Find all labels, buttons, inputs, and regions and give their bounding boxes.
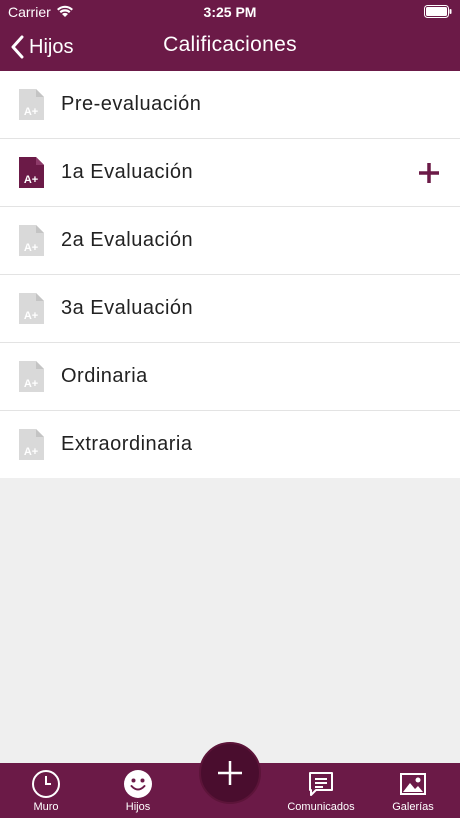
grade-document-icon: A+ [19, 361, 44, 392]
svg-text:A+: A+ [24, 242, 38, 254]
list-item-label: Extraordinaria [61, 433, 193, 455]
svg-text:A+: A+ [24, 310, 38, 322]
list-item-label: 2a Evaluación [61, 229, 194, 251]
evaluation-list: A+ Pre-evaluación A+ 1a Evaluación A+ 2a… [0, 71, 460, 478]
image-icon [400, 773, 426, 795]
grade-document-icon: A+ [19, 429, 44, 460]
tab-label: Muro [33, 801, 59, 813]
list-item[interactable]: A+ 1a Evaluación [0, 139, 460, 207]
list-item[interactable]: A+ 2a Evaluación [0, 207, 460, 275]
svg-text:A+: A+ [24, 174, 38, 186]
grade-document-icon: A+ [19, 157, 44, 188]
page-title: Calificaciones [163, 33, 297, 56]
list-item[interactable]: A+ Extraordinaria [0, 411, 460, 478]
list-item[interactable]: A+ 3a Evaluación [0, 275, 460, 343]
list-item-label: Ordinaria [61, 365, 148, 387]
list-item[interactable]: A+ Ordinaria [0, 343, 460, 411]
svg-text:A+: A+ [24, 446, 38, 458]
message-icon [309, 772, 333, 796]
header: Carrier 3:25 PM Hijos Calificaciones [0, 0, 460, 71]
list-item-label: Pre-evaluación [61, 93, 202, 115]
add-floating-button[interactable] [199, 742, 261, 804]
tab-comunicados[interactable]: Comunicados [276, 763, 366, 818]
list-item[interactable]: A+ Pre-evaluación [0, 71, 460, 139]
svg-text:A+: A+ [24, 378, 38, 390]
plus-icon[interactable] [418, 162, 440, 184]
grade-document-icon: A+ [19, 293, 44, 324]
status-bar: Carrier 3:25 PM [0, 0, 460, 24]
tab-hijos[interactable]: Hijos [108, 763, 168, 818]
tab-muro[interactable]: Muro [16, 763, 76, 818]
status-time: 3:25 PM [203, 4, 257, 20]
navigation-bar: Hijos Calificaciones [0, 24, 460, 70]
svg-text:A+: A+ [24, 106, 38, 118]
battery-icon [424, 5, 452, 18]
smiley-icon [124, 770, 152, 798]
list-item-label: 1a Evaluación [61, 161, 194, 183]
plus-icon [218, 761, 242, 785]
tab-galerias[interactable]: Galerías [383, 763, 443, 818]
tab-label: Comunicados [287, 801, 355, 813]
tab-label: Galerías [392, 801, 434, 813]
grade-document-icon: A+ [19, 89, 44, 120]
grade-document-icon: A+ [19, 225, 44, 256]
list-item-label: 3a Evaluación [61, 297, 194, 319]
clock-icon [32, 770, 60, 798]
tab-label: Hijos [125, 801, 151, 813]
